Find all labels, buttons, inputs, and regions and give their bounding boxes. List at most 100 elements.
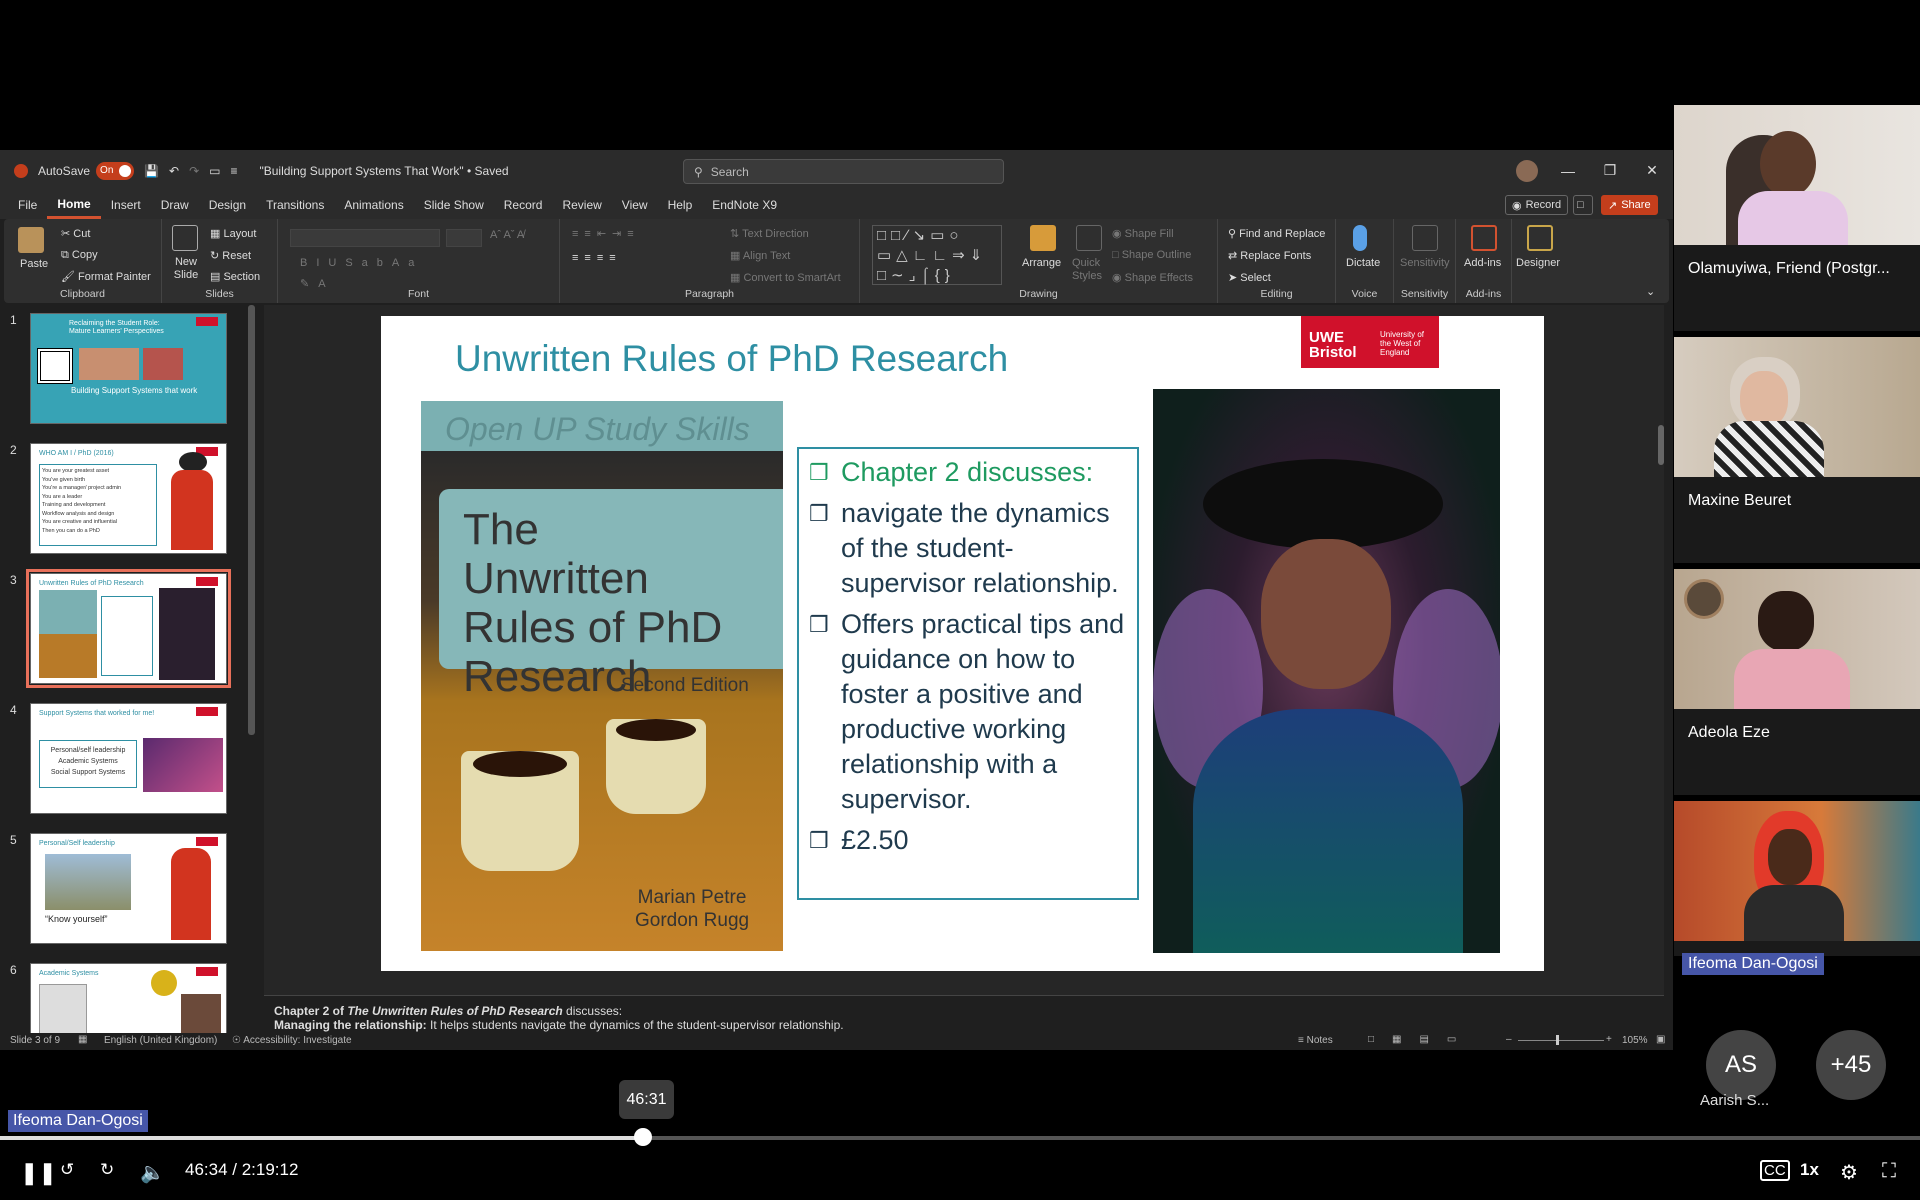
sensitivity-button[interactable]: Sensitivity [1400,257,1450,269]
font-size-icons[interactable]: Aˆ Aˇ A̸ [490,229,524,241]
font-size-box[interactable] [446,229,482,247]
convert-smartart-button[interactable]: ▦ Convert to SmartArt [730,271,841,284]
pause-icon[interactable]: ❚❚ [20,1160,57,1186]
new-slide-icon[interactable] [172,225,198,251]
microphone-icon[interactable] [1353,225,1367,251]
participant-tile[interactable]: Olamuyiwa, Friend (Postgr... [1674,105,1920,331]
share-button[interactable]: ↗ Share [1601,195,1658,215]
slide-scrollbar[interactable] [1658,425,1664,465]
text-direction-button[interactable]: ⇅ Text Direction [730,227,809,240]
seek-bar[interactable] [0,1136,1920,1140]
section-button[interactable]: ▤ Section [210,270,260,283]
zoom-level[interactable]: 105% [1622,1035,1648,1046]
slide-thumbnail-6[interactable]: Academic Systems [30,963,227,1040]
cut-button[interactable]: ✂ Cut [61,227,90,240]
autosave-toggle[interactable]: On [96,161,135,180]
slide-thumbnail-2[interactable]: WHO AM I / PhD (2016) You are your great… [30,443,227,554]
accessibility-status[interactable]: ☉ Accessibility: Investigate [232,1035,352,1046]
tab-file[interactable]: File [8,191,47,219]
tab-animations[interactable]: Animations [334,191,413,219]
font-name-box[interactable] [290,229,440,247]
comments-icon[interactable]: □ [1573,195,1593,215]
redo-icon[interactable]: ↷ [189,164,199,178]
present-icon[interactable]: ▭ [209,164,220,178]
zoom-in-icon[interactable]: + [1606,1034,1612,1045]
slide-thumbnail-4[interactable]: Support Systems that worked for me! Pers… [30,703,227,814]
list-icons[interactable]: ≡≡⇤⇥≡ [572,227,640,240]
select-button[interactable]: ➤ Select [1228,271,1271,284]
font-format-icons[interactable]: BIUSabAa [300,257,423,269]
addins-icon[interactable] [1471,225,1497,251]
new-slide-button[interactable]: New Slide [169,256,203,282]
dictate-button[interactable]: Dictate [1346,257,1380,269]
search-box[interactable]: ⚲ Search [683,159,1004,184]
spelling-icon[interactable]: ▦ [78,1034,87,1045]
shape-outline-button[interactable]: □ Shape Outline [1112,249,1191,261]
designer-icon[interactable] [1527,225,1553,251]
align-icons[interactable]: ≡≡≡≡ [572,252,622,264]
shapes-gallery[interactable]: □□∕↘▭○ ▭△∟∟⇒⇓ □∼⌟⌠{} [872,225,1002,285]
settings-icon[interactable]: ⚙ [1840,1160,1858,1185]
shape-fill-button[interactable]: ◉ Shape Fill [1112,227,1174,240]
slide-title[interactable]: Unwritten Rules of PhD Research [455,338,1008,380]
paste-icon[interactable] [18,227,44,253]
zoom-slider[interactable] [1518,1040,1604,1041]
bullet-textbox[interactable]: ❒ Chapter 2 discusses: ❒ navigate the dyna… [797,447,1139,900]
customize-qat-icon[interactable]: ≡ [230,164,237,178]
participant-tile-active-speaker[interactable]: Ifeoma Dan-Ogosi [1674,801,1920,975]
participant-tile[interactable]: Adeola Eze [1674,569,1920,795]
tab-transitions[interactable]: Transitions [256,191,334,219]
copy-button[interactable]: ⧉ Copy [61,249,98,262]
record-button[interactable]: ◉ Record [1505,195,1569,215]
arrange-icon[interactable] [1030,225,1056,251]
forward-10-icon[interactable]: ↻ [100,1160,114,1180]
format-painter-button[interactable]: 🖌 Format Painter [61,270,151,283]
volume-icon[interactable]: 🔈 [140,1160,165,1185]
account-avatar[interactable] [1516,160,1538,182]
align-text-button[interactable]: ▦ Align Text [730,249,790,262]
seek-handle[interactable] [634,1128,653,1146]
shape-effects-button[interactable]: ◉ Shape Effects [1112,271,1193,284]
layout-button[interactable]: ▦ Layout [210,227,256,240]
tab-view[interactable]: View [612,191,658,219]
tab-help[interactable]: Help [658,191,703,219]
tab-record[interactable]: Record [494,191,553,219]
playback-speed[interactable]: 1x [1800,1160,1819,1180]
tab-endnote[interactable]: EndNote X9 [702,191,787,219]
undo-icon[interactable]: ↶ [169,164,179,178]
designer-button[interactable]: Designer [1516,257,1560,269]
find-replace-button[interactable]: ⚲ Find and Replace [1228,227,1325,240]
participant-tile[interactable]: Maxine Beuret [1674,337,1920,563]
tab-insert[interactable]: Insert [101,191,151,219]
minimize-icon[interactable]: — [1547,150,1589,191]
captions-icon[interactable]: CC [1760,1160,1790,1181]
paste-button[interactable]: Paste [20,258,48,270]
arrange-button[interactable]: Arrange [1022,257,1061,269]
replace-fonts-button[interactable]: ⇄ Replace Fonts [1228,249,1311,262]
tab-draw[interactable]: Draw [151,191,199,219]
language[interactable]: English (United Kingdom) [104,1035,217,1046]
restore-icon[interactable]: ❐ [1589,150,1631,191]
save-icon[interactable]: 💾 [144,164,159,178]
slide-thumbnail-1[interactable]: Reclaiming the Student Role: Mature Lear… [30,313,227,424]
fullscreen-icon[interactable]: ⛶ [1882,1160,1896,1183]
tab-slide-show[interactable]: Slide Show [414,191,494,219]
zoom-slider-thumb[interactable] [1556,1035,1559,1045]
sensitivity-icon[interactable] [1412,225,1438,251]
view-buttons[interactable]: □▦▤▭ [1368,1034,1474,1045]
fit-slide-icon[interactable]: ▣ [1656,1034,1665,1045]
close-icon[interactable]: ✕ [1631,150,1673,191]
reset-button[interactable]: ↻ Reset [210,249,251,262]
presenter-photo[interactable] [1153,389,1500,953]
zoom-out-icon[interactable]: – [1506,1034,1512,1045]
document-title[interactable]: "Building Support Systems That Work" • S… [259,164,508,178]
tab-home[interactable]: Home [47,191,101,219]
quick-styles-icon[interactable] [1076,225,1102,251]
tab-review[interactable]: Review [552,191,611,219]
slide-thumbnail-3-selected[interactable]: Unwritten Rules of PhD Research [26,569,231,688]
slide-thumbnail-5[interactable]: Personal/Self leadership “Know yourself” [30,833,227,944]
notes-button[interactable]: ≡ Notes [1298,1035,1333,1046]
more-participants-button[interactable]: +45 [1816,1030,1886,1100]
addins-button[interactable]: Add-ins [1464,257,1501,269]
participant-avatar[interactable]: AS [1706,1030,1776,1100]
